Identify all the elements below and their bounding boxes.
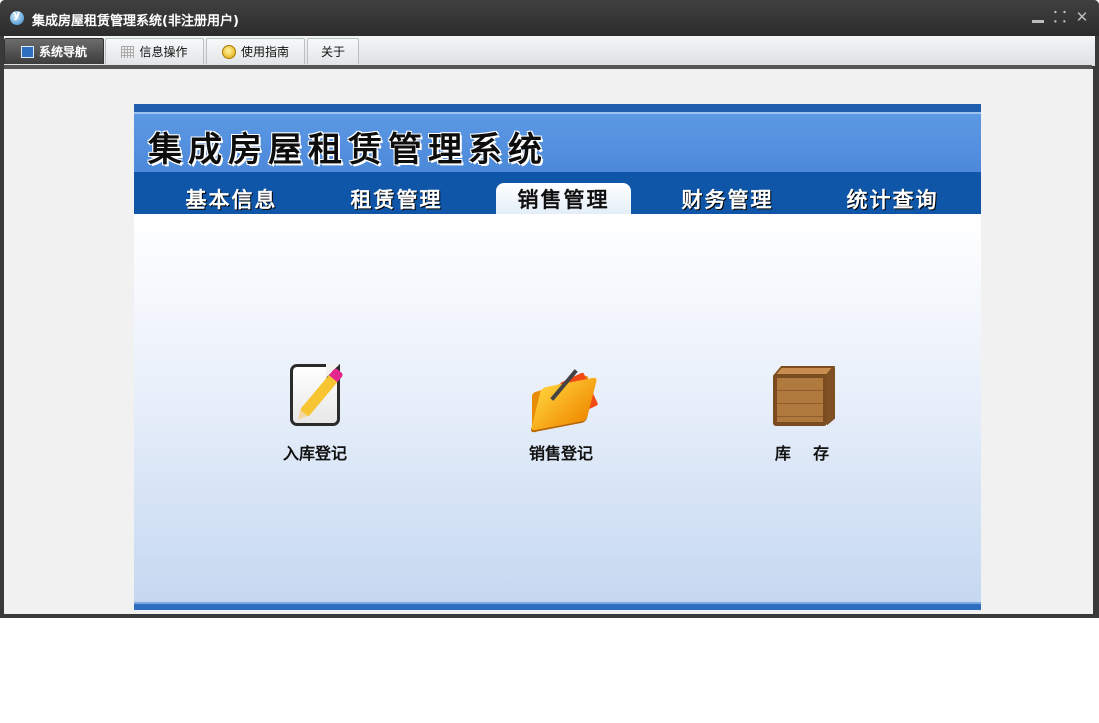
tab-info-operations[interactable]: 信息操作	[105, 38, 204, 64]
tab-label: 系统导航	[38, 45, 87, 59]
close-button[interactable]: ✕	[1074, 9, 1090, 25]
nav-statistics-query[interactable]: 统计查询	[825, 183, 960, 214]
menu-bar: 系统导航 信息操作 使用指南 关于	[4, 36, 1095, 66]
sales-register-button[interactable]: 销售登记	[501, 362, 621, 464]
minimize-button[interactable]	[1030, 9, 1046, 25]
guide-icon	[221, 44, 236, 59]
monitor-icon	[20, 45, 34, 58]
banner-title: 集成房屋租赁管理系统	[148, 130, 548, 170]
tab-label: 使用指南	[240, 45, 289, 59]
grid-icon	[121, 45, 135, 58]
nav-sales-management[interactable]: 销售管理	[496, 183, 631, 214]
tab-about[interactable]: 关于	[307, 38, 359, 64]
nav-basic-info[interactable]: 基本信息	[164, 183, 299, 214]
nav-lease-management[interactable]: 租赁管理	[329, 183, 464, 214]
notepad-pencil-icon	[280, 362, 350, 432]
function-label: 库 存	[774, 444, 830, 463]
function-label: 入库登记	[282, 444, 347, 463]
function-label: 销售登记	[528, 444, 593, 463]
tab-label: 关于	[320, 45, 345, 59]
restore-button[interactable]: ⸬	[1052, 9, 1068, 25]
panel-bottom-strip	[134, 602, 981, 610]
window-title: 集成房屋租赁管理系统(非注册用户)	[32, 14, 239, 29]
navigation-panel: 集成房屋租赁管理系统 基本信息 租赁管理 销售管理 财务管理 统计查询 入库登记	[134, 104, 981, 610]
app-window: 集成房屋租赁管理系统(非注册用户) ⸬ ✕ 系统导航 信息操作 使用指南 关于 …	[0, 0, 1099, 618]
module-nav-bar: 基本信息 租赁管理 销售管理 财务管理 统计查询	[134, 172, 981, 214]
nav-finance-management[interactable]: 财务管理	[660, 183, 795, 214]
tab-system-navigation[interactable]: 系统导航	[4, 38, 104, 64]
app-logo-icon	[10, 8, 24, 25]
folder-pen-icon	[526, 362, 599, 434]
banner: 集成房屋租赁管理系统	[134, 112, 981, 174]
wooden-crate-icon	[767, 362, 837, 432]
inventory-button[interactable]: 库 存	[742, 362, 862, 464]
tab-label: 信息操作	[139, 45, 188, 59]
title-bar: 集成房屋租赁管理系统(非注册用户) ⸬ ✕	[0, 0, 1099, 36]
stock-in-register-button[interactable]: 入库登记	[255, 362, 375, 464]
tab-user-guide[interactable]: 使用指南	[206, 38, 305, 64]
panel-top-strip	[134, 104, 981, 112]
